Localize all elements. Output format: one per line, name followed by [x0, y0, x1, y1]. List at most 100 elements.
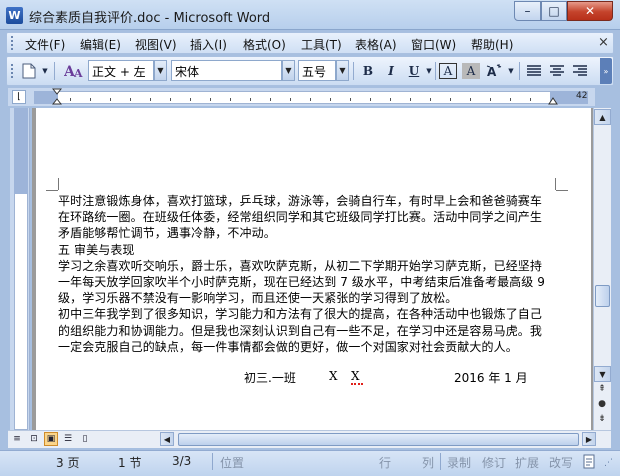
align-justify-icon[interactable]: [524, 61, 544, 81]
font-dropdown-arrow-icon[interactable]: ▼: [282, 60, 295, 81]
align-right-icon[interactable]: [570, 61, 590, 81]
status-separator: [212, 453, 213, 470]
crop-mark: [46, 190, 58, 191]
outline-view-icon[interactable]: ☰: [61, 432, 75, 446]
select-browse-object-icon[interactable]: ●: [596, 399, 608, 411]
menu-tools[interactable]: 工具(T): [301, 36, 342, 53]
text-line: 级，学习乐器不禁没有一影响学习，而且还使一天紧张的学习得到了放松。: [58, 291, 458, 306]
menubar-grip-icon[interactable]: [11, 36, 15, 50]
reading-layout-view-icon[interactable]: ▯: [78, 432, 92, 446]
print-layout-view-icon[interactable]: ▣: [44, 432, 58, 446]
svg-text:A: A: [73, 67, 83, 79]
resize-grip-icon[interactable]: ⋰: [604, 458, 616, 470]
ruler-tick: [370, 98, 371, 101]
menu-help[interactable]: 帮助(H): [471, 36, 513, 53]
menu-view[interactable]: 视图(V): [135, 36, 177, 53]
ruler-tick: [70, 98, 71, 101]
status-track-changes[interactable]: 修订: [482, 454, 506, 471]
ruler-tick: [470, 98, 471, 101]
maximize-button[interactable]: □: [541, 1, 567, 21]
word-app-icon[interactable]: W: [6, 7, 23, 24]
character-border-button[interactable]: A: [439, 63, 457, 79]
scroll-right-arrow-icon[interactable]: ▶: [582, 432, 596, 446]
ruler-tick: [410, 98, 411, 101]
status-extend[interactable]: 扩展: [515, 454, 539, 471]
styles-and-formatting-icon[interactable]: AA: [62, 61, 86, 81]
ruler-tick: [450, 98, 451, 101]
indent-markers-icon[interactable]: [51, 88, 63, 106]
new-document-icon[interactable]: [18, 61, 40, 81]
normal-view-icon[interactable]: ≡: [10, 432, 24, 446]
tab-selector-icon[interactable]: ⌊: [12, 90, 26, 104]
right-indent-marker-icon[interactable]: [548, 96, 558, 106]
italic-button[interactable]: I: [381, 61, 401, 81]
ruler-tick: [490, 98, 491, 101]
toolbar-options-chevron-icon[interactable]: »: [600, 58, 612, 84]
minimize-button[interactable]: –: [514, 1, 541, 21]
font-combo[interactable]: 宋体: [171, 60, 282, 81]
ruler-tick: [130, 98, 131, 101]
horizontal-ruler[interactable]: [46, 91, 586, 104]
toolbar-separator: [54, 62, 55, 80]
toolbar-grip-icon[interactable]: [11, 64, 15, 78]
status-page-count: 3/3: [172, 454, 192, 468]
status-line: 行: [379, 456, 392, 470]
status-record[interactable]: 录制: [447, 454, 471, 471]
spelling-status-icon[interactable]: [582, 454, 598, 470]
menu-edit[interactable]: 编辑(E): [80, 36, 121, 53]
align-center-icon[interactable]: [547, 61, 567, 81]
window-title: 综合素质自我评价.doc - Microsoft Word: [29, 11, 271, 26]
ruler-tick: [210, 98, 211, 101]
vertical-scroll-thumb[interactable]: [595, 285, 610, 307]
font-size-combo[interactable]: 五号: [298, 60, 336, 81]
spellcheck-underline: [351, 383, 363, 385]
document-body-text[interactable]: 平时注意锻炼身体，喜欢打篮球，乒乓球，游泳等，会骑自行车，有时早上会和爸爸骑赛车…: [58, 193, 555, 355]
status-column: 列: [422, 456, 435, 470]
svg-text:A: A: [487, 65, 497, 79]
ruler-tick: [190, 98, 191, 101]
status-overtype[interactable]: 改写: [549, 454, 573, 471]
underline-dropdown-arrow-icon[interactable]: ▼: [424, 61, 434, 81]
scroll-up-arrow-icon[interactable]: ▲: [594, 109, 611, 125]
ruler-number: 42: [576, 91, 588, 101]
bold-button[interactable]: B: [358, 61, 378, 81]
style-combo[interactable]: 正文 + 左: [88, 60, 154, 81]
scaling-dropdown-arrow-icon[interactable]: ▼: [506, 61, 516, 81]
ruler-tick: [90, 98, 91, 101]
horizontal-scroll-thumb[interactable]: [178, 433, 579, 446]
scroll-left-arrow-icon[interactable]: ◀: [160, 432, 174, 446]
text-line: 平时注意锻炼身体，喜欢打篮球，乒乓球，游泳等，会骑自行车，有时早上会和爸爸骑赛车: [58, 194, 543, 208]
signature-line: 初三.一班 X X 2016 年 1 月: [58, 369, 555, 385]
ruler-tick: [310, 98, 311, 101]
scroll-down-arrow-icon[interactable]: ▼: [594, 366, 611, 382]
ruler-tick: [350, 98, 351, 101]
crop-mark: [556, 190, 568, 191]
signature-name-2: X: [351, 369, 360, 383]
previous-page-icon[interactable]: ⇞: [596, 384, 608, 396]
text-line: 一定会克服自己的缺点，每一件事情都会做的更好，做一个对国家对社会贡献大的人。: [58, 339, 518, 354]
character-scaling-icon[interactable]: A: [484, 61, 506, 81]
document-close-icon[interactable]: ×: [598, 35, 609, 50]
style-dropdown-arrow-icon[interactable]: ▼: [154, 60, 167, 81]
menu-window[interactable]: 窗口(W): [411, 36, 456, 53]
text-line: 一年每天放学回家吹半个小时萨克斯，现在已经达到 7 级水平，中考结束后准备考最高…: [58, 275, 546, 290]
menu-format[interactable]: 格式(O): [243, 36, 286, 53]
ruler-tick: [270, 98, 271, 101]
character-shading-button[interactable]: A: [462, 63, 480, 79]
web-layout-view-icon[interactable]: ⊡: [27, 432, 41, 446]
menu-insert[interactable]: 插入(I): [190, 36, 227, 53]
crop-mark: [555, 178, 556, 190]
vertical-ruler-top-margin: [14, 108, 28, 194]
menu-file[interactable]: 文件(F): [25, 36, 65, 53]
underline-button[interactable]: U: [404, 61, 424, 81]
next-page-icon[interactable]: ⇟: [596, 414, 608, 426]
new-dropdown-arrow-icon[interactable]: ▼: [40, 61, 50, 81]
status-page: 3 页: [56, 456, 80, 470]
ruler-tick: [510, 98, 511, 101]
size-dropdown-arrow-icon[interactable]: ▼: [336, 60, 349, 81]
ruler-tick: [430, 98, 431, 101]
ruler-tick: [290, 98, 291, 101]
toolbar-separator: [353, 62, 354, 80]
menu-table[interactable]: 表格(A): [355, 36, 397, 53]
close-window-button[interactable]: ✕: [567, 1, 613, 21]
